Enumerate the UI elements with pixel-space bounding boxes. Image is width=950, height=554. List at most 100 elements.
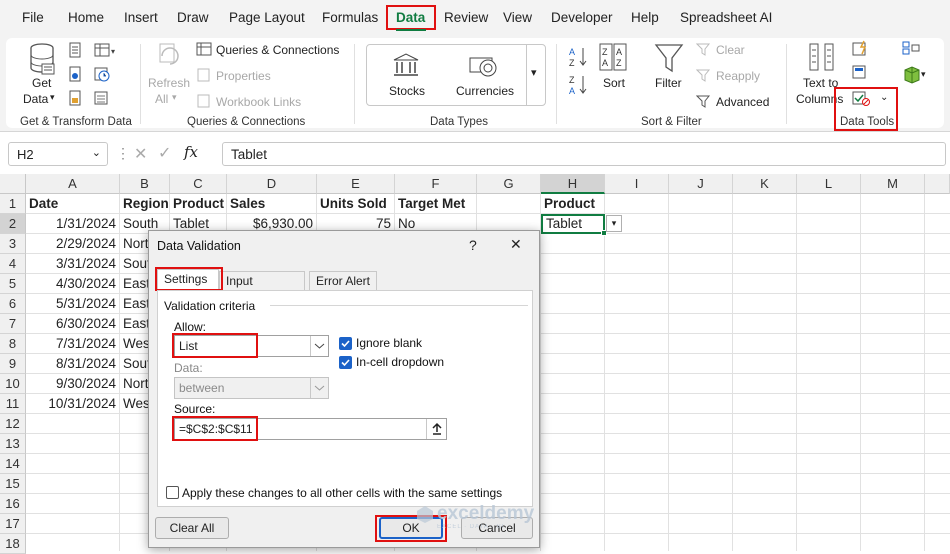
menu-developer[interactable]: Developer xyxy=(551,10,613,25)
advanced-filter-icon[interactable] xyxy=(696,94,712,108)
cell-date[interactable]: 8/31/2024 xyxy=(26,354,120,374)
formula-input[interactable]: Tablet xyxy=(222,142,946,166)
column-header[interactable]: J xyxy=(669,174,733,194)
row-header-selected[interactable]: 2 xyxy=(0,214,26,234)
column-header[interactable]: D xyxy=(227,174,317,194)
row-header[interactable]: 4 xyxy=(0,254,26,274)
relationships-icon[interactable] xyxy=(902,66,922,84)
clear-filter-icon[interactable] xyxy=(696,42,712,56)
workbook-links-label[interactable]: Workbook Links xyxy=(216,95,301,109)
row-header[interactable]: 12 xyxy=(0,414,26,434)
column-header[interactable]: L xyxy=(797,174,861,194)
sort-icon[interactable]: ZAAZ xyxy=(598,42,628,72)
cell-region[interactable]: Sout xyxy=(120,354,150,374)
refresh-all-label[interactable]: Refresh xyxy=(148,76,190,90)
get-data-chevron-icon[interactable]: ▾ xyxy=(50,92,55,103)
cell-region[interactable]: Sout xyxy=(120,254,150,274)
from-web-icon[interactable] xyxy=(68,66,82,82)
data-select[interactable]: between xyxy=(174,377,329,399)
cell-date[interactable]: 10/31/2024 xyxy=(26,394,120,414)
menu-draw[interactable]: Draw xyxy=(177,10,209,25)
column-header[interactable]: A xyxy=(26,174,120,194)
consolidate-icon[interactable] xyxy=(902,40,920,56)
ignore-blank-checkbox[interactable] xyxy=(339,337,352,350)
enter-icon[interactable]: ✓ xyxy=(158,143,171,163)
currencies-label[interactable]: Currencies xyxy=(456,84,514,98)
text-to-columns-icon[interactable] xyxy=(808,42,836,72)
help-icon[interactable]: ? xyxy=(469,237,477,253)
cell-region[interactable]: Wes xyxy=(120,394,150,414)
remove-duplicates-icon[interactable] xyxy=(852,64,870,80)
row-header[interactable]: 18 xyxy=(0,534,26,554)
column-header[interactable]: E xyxy=(317,174,395,194)
cell-date[interactable]: 2/29/2024 xyxy=(26,234,120,254)
cell-e1[interactable]: Units Sold xyxy=(317,194,395,214)
tab-input-message[interactable]: Input Message xyxy=(219,271,305,306)
tab-error-alert[interactable]: Error Alert xyxy=(309,271,377,291)
cell-c1[interactable]: Product xyxy=(170,194,227,214)
get-data-label-2[interactable]: Data xyxy=(23,92,48,106)
column-header[interactable]: G xyxy=(477,174,541,194)
row-header[interactable]: 6 xyxy=(0,294,26,314)
existing-connections-icon[interactable] xyxy=(68,90,82,106)
get-data-label[interactable]: Get xyxy=(32,76,51,90)
cell-region[interactable]: Wes xyxy=(120,334,150,354)
close-icon[interactable]: ✕ xyxy=(510,236,522,253)
column-header[interactable]: F xyxy=(395,174,477,194)
dropdown-arrow-icon[interactable]: ▾ xyxy=(606,215,622,232)
reapply-label[interactable]: Reapply xyxy=(716,69,760,83)
cell-date[interactable]: 1/31/2024 xyxy=(26,214,120,234)
filter-label[interactable]: Filter xyxy=(655,76,682,90)
cell-region[interactable]: Nort xyxy=(120,234,150,254)
cell-b1[interactable]: Region xyxy=(120,194,170,214)
select-all-corner[interactable] xyxy=(0,174,26,194)
in-cell-dropdown-checkbox[interactable] xyxy=(339,356,352,369)
cell-date[interactable]: 9/30/2024 xyxy=(26,374,120,394)
cell-f1[interactable]: Target Met xyxy=(395,194,477,214)
column-header-selected[interactable]: H xyxy=(541,174,605,194)
sort-label[interactable]: Sort xyxy=(603,76,625,90)
cell-region[interactable]: Nort xyxy=(120,374,150,394)
row-header[interactable]: 13 xyxy=(0,434,26,454)
column-header-partial[interactable] xyxy=(925,174,950,194)
cell-region[interactable]: East xyxy=(120,274,150,294)
row-header[interactable]: 7 xyxy=(0,314,26,334)
name-box-chevron-icon[interactable]: ⌄ xyxy=(92,146,101,159)
refresh-icon[interactable] xyxy=(156,42,184,74)
filter-icon[interactable] xyxy=(654,42,684,74)
cell-date[interactable]: 7/31/2024 xyxy=(26,334,120,354)
column-header[interactable]: M xyxy=(861,174,925,194)
properties-icon[interactable] xyxy=(196,68,212,82)
cell-h2-selected[interactable]: Tablet xyxy=(541,214,605,234)
database-icon[interactable] xyxy=(28,42,56,76)
cell-date[interactable]: 6/30/2024 xyxy=(26,314,120,334)
reapply-icon[interactable] xyxy=(696,68,712,82)
recent-sources-icon[interactable] xyxy=(94,66,110,82)
ignore-blank-label[interactable]: Ignore blank xyxy=(356,336,422,350)
sort-ascending-icon[interactable]: AZ xyxy=(568,46,588,68)
row-header[interactable]: 15 xyxy=(0,474,26,494)
cell-h1[interactable]: Product xyxy=(541,194,605,214)
cell-date[interactable]: 5/31/2024 xyxy=(26,294,120,314)
flash-fill-icon[interactable] xyxy=(852,40,870,56)
menu-help[interactable]: Help xyxy=(631,10,659,25)
sort-descending-icon[interactable]: ZA xyxy=(568,74,588,96)
row-header[interactable]: 14 xyxy=(0,454,26,474)
apply-all-label[interactable]: Apply these changes to all other cells w… xyxy=(182,486,502,500)
apply-all-checkbox[interactable] xyxy=(166,486,179,499)
collapse-dialog-icon[interactable] xyxy=(426,419,446,439)
column-header[interactable]: B xyxy=(120,174,170,194)
workbook-links-icon[interactable] xyxy=(196,94,212,108)
stocks-label[interactable]: Stocks xyxy=(389,84,425,98)
cell-region[interactable]: East xyxy=(120,314,150,334)
row-header[interactable]: 10 xyxy=(0,374,26,394)
cell-a1[interactable]: Date xyxy=(26,194,120,214)
queries-connections-icon[interactable] xyxy=(196,42,212,56)
advanced-label[interactable]: Advanced xyxy=(716,95,769,109)
column-header[interactable]: K xyxy=(733,174,797,194)
menu-view[interactable]: View xyxy=(503,10,532,25)
cell-date[interactable]: 4/30/2024 xyxy=(26,274,120,294)
menu-page-layout[interactable]: Page Layout xyxy=(229,10,305,25)
more-icon[interactable]: ▾ xyxy=(531,66,537,79)
menu-formulas[interactable]: Formulas xyxy=(322,10,378,25)
